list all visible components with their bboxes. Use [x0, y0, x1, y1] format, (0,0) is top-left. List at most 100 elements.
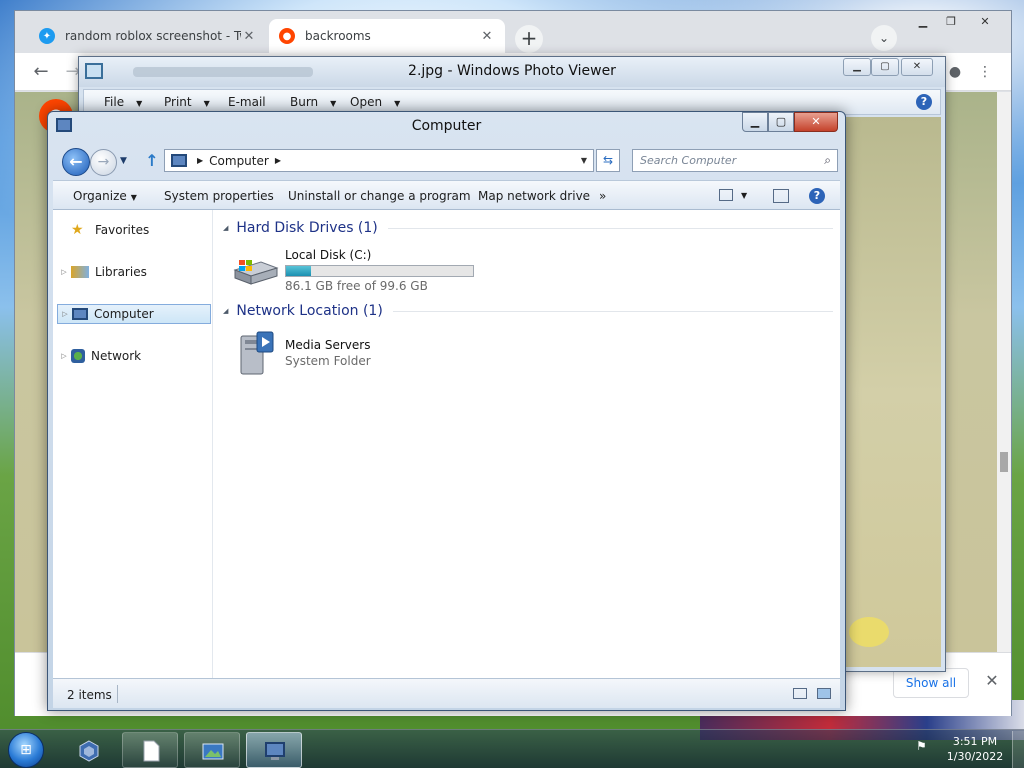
browser-close-button[interactable]: ✕	[971, 13, 999, 31]
computer-icon	[265, 742, 285, 760]
show-desktop-button[interactable]	[1012, 731, 1024, 768]
close-button[interactable]: ✕	[794, 112, 838, 132]
action-center-flag-icon[interactable]: ⚑	[916, 739, 932, 757]
show-all-button[interactable]: Show all	[893, 668, 969, 698]
window-title: Computer	[411, 118, 482, 134]
hard-drive-icon[interactable]	[231, 254, 279, 290]
maximize-button[interactable]: ▢	[768, 112, 794, 132]
nav-item-libraries[interactable]: ▷ Libraries	[57, 262, 211, 282]
tab-backrooms[interactable]: ● backrooms ✕	[269, 19, 505, 53]
virtualbox-icon	[79, 740, 99, 762]
address-dropdown-icon[interactable]: ▼	[581, 156, 587, 165]
large-icons-view-icon[interactable]	[817, 688, 831, 699]
back-arrow-icon[interactable]: ←	[62, 148, 90, 176]
taskbar-explorer[interactable]	[246, 732, 302, 768]
computer-icon	[72, 308, 88, 320]
status-divider	[117, 685, 118, 703]
group-divider	[392, 310, 833, 312]
collapse-triangle-icon[interactable]: ◢	[223, 307, 228, 315]
status-bar: 2 items	[53, 678, 840, 708]
network-item-name[interactable]: Media Servers	[285, 338, 370, 352]
group-divider	[387, 227, 833, 229]
browser-minimize-button[interactable]: ▁	[909, 13, 937, 31]
close-downloads-icon[interactable]: ✕	[981, 671, 1003, 693]
browser-maximize-button[interactable]: ❐	[937, 13, 965, 31]
network-item-type: System Folder	[285, 354, 371, 368]
more-menu-icon[interactable]: ⋮	[971, 58, 999, 86]
help-icon[interactable]: ?	[916, 94, 932, 110]
star-icon: ★	[71, 222, 84, 238]
menu-burn[interactable]: Burn ▼	[290, 95, 336, 109]
up-arrow-icon[interactable]: ↑	[142, 151, 162, 171]
refresh-icon[interactable]: ⇆	[596, 149, 620, 172]
collapse-triangle-icon[interactable]: ◢	[223, 224, 228, 232]
drive-usage-bar	[285, 265, 474, 277]
item-count: 2 items	[67, 688, 112, 702]
help-icon[interactable]: ?	[809, 188, 825, 204]
more-commands-button[interactable]: »	[599, 189, 606, 203]
computer-icon	[171, 154, 187, 167]
uninstall-program-button[interactable]: Uninstall or change a program	[288, 189, 471, 203]
nav-item-network[interactable]: ▷ Network	[57, 346, 211, 366]
forward-arrow-icon[interactable]: →	[90, 149, 117, 176]
drive-name[interactable]: Local Disk (C:)	[285, 248, 371, 262]
organize-button[interactable]: Organize ▼	[73, 189, 137, 203]
change-view-icon[interactable]	[719, 189, 733, 201]
explorer-window: Computer ▁ ▢ ✕ ← → ▼ ↑ ▶ Computer ▶ ▼ ⇆ …	[47, 111, 846, 711]
breadcrumb-separator-icon[interactable]: ▶	[275, 156, 281, 165]
view-options-dropdown-icon[interactable]: ▼	[741, 191, 747, 200]
scrollbar-thumb[interactable]	[1000, 452, 1008, 472]
nav-item-favorites[interactable]: ★ Favorites	[57, 220, 211, 240]
reddit-icon: ●	[279, 28, 295, 44]
new-tab-button[interactable]: +	[515, 25, 543, 53]
minimize-button[interactable]: ▁	[742, 112, 768, 132]
taskbar-photo-viewer[interactable]	[184, 732, 240, 768]
breadcrumb-separator-icon[interactable]: ▶	[197, 156, 203, 165]
menu-print[interactable]: Print ▼	[164, 95, 210, 109]
media-server-icon[interactable]	[235, 330, 279, 378]
drive-free-space: 86.1 GB free of 99.6 GB	[285, 279, 428, 293]
window-title: 2.jpg - Windows Photo Viewer	[408, 63, 616, 79]
menu-open[interactable]: Open ▼	[350, 95, 400, 109]
expand-arrow-icon[interactable]: ▷	[57, 268, 71, 276]
nav-item-computer[interactable]: ▷ Computer	[57, 304, 211, 324]
network-icon	[71, 349, 85, 363]
content-pane: ◢ Hard Disk Drives (1) Local Disk (C:) 8…	[213, 210, 840, 678]
taskbar-notepad[interactable]	[122, 732, 178, 768]
menu-email[interactable]: E-mail	[228, 95, 266, 109]
expand-arrow-icon[interactable]: ▷	[57, 352, 71, 360]
navigation-pane: ★ Favorites ▷ Libraries ▷ Computer ▷ Net…	[53, 210, 213, 678]
tab-search-button[interactable]: ⌄	[871, 25, 897, 51]
photo-close-button[interactable]: ✕	[901, 58, 933, 76]
libraries-icon	[71, 266, 89, 278]
tab-strip: ✦ random roblox screenshot - Twi ✕ ● bac…	[15, 11, 1011, 53]
page-scrollbar[interactable]	[997, 92, 1011, 652]
group-header-hard-disk-drives[interactable]: ◢ Hard Disk Drives (1)	[223, 220, 833, 236]
recent-pages-chevron-icon[interactable]: ▼	[120, 156, 132, 166]
expand-arrow-icon[interactable]: ▷	[58, 310, 72, 318]
menu-file[interactable]: File ▼	[104, 95, 142, 109]
start-button[interactable]: ⊞	[8, 732, 44, 768]
photo-image-light	[849, 617, 889, 647]
details-view-icon[interactable]	[793, 688, 807, 699]
taskbar-virtualbox[interactable]	[60, 732, 116, 768]
tab-twitter[interactable]: ✦ random roblox screenshot - Twi ✕	[29, 19, 267, 53]
system-properties-button[interactable]: System properties	[164, 189, 274, 203]
explorer-body: ★ Favorites ▷ Libraries ▷ Computer ▷ Net…	[53, 210, 840, 678]
command-bar: Organize ▼ System properties Uninstall or…	[53, 180, 840, 210]
search-input[interactable]: Search Computer ⌕	[632, 149, 838, 172]
breadcrumb-computer[interactable]: Computer	[209, 154, 269, 168]
tab-close-icon[interactable]: ✕	[241, 29, 257, 44]
tab-close-icon[interactable]: ✕	[479, 29, 495, 44]
drive-usage-fill	[286, 266, 312, 276]
taskbar-clock[interactable]: 3:51 PM 1/30/2022	[940, 734, 1010, 764]
map-network-drive-button[interactable]: Map network drive	[478, 189, 590, 203]
photo-minimize-button[interactable]: ▁	[843, 58, 871, 76]
group-header-network-location[interactable]: ◢ Network Location (1)	[223, 303, 833, 319]
photo-maximize-button[interactable]: ▢	[871, 58, 899, 76]
preview-pane-icon[interactable]	[773, 189, 789, 203]
back-arrow-icon[interactable]: ←	[27, 58, 55, 86]
search-icon[interactable]: ⌕	[824, 153, 831, 168]
address-bar[interactable]: ▶ Computer ▶ ▼	[164, 149, 594, 172]
photo-viewer-titlebar: 2.jpg - Windows Photo Viewer ▁ ▢ ✕	[79, 57, 945, 87]
